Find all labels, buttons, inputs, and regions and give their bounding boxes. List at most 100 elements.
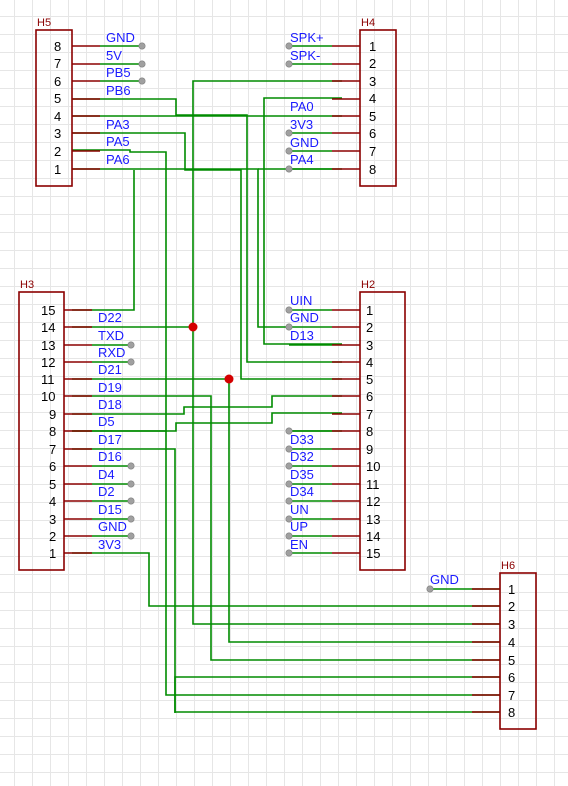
no-connect-dot [127,358,135,366]
net-label-3v3: 3V3 [290,117,313,132]
h3-pin-number: 5 [49,477,56,492]
net-label-d2: D2 [98,484,115,499]
h6-ref: H6 [501,560,515,572]
no-connect-dot [138,42,146,50]
h2-pin-number: 14 [366,529,380,544]
h2-pin-number: 4 [366,355,373,370]
h6-body[interactable] [499,572,537,730]
h2-pin-number: 1 [366,303,373,318]
h4-pin-number: 5 [369,109,376,124]
net-label-en: EN [290,537,308,552]
h5-pins: 8 7 6 5 4 3 2 1 [54,39,100,177]
net-label-d16: D16 [98,449,122,464]
h5-pin-number: 8 [54,39,61,54]
h4-pin-number: 8 [369,162,376,177]
net-label-d35: D35 [290,467,314,482]
h4-pin-number: 1 [369,39,376,54]
wire-h4p3[interactable] [192,80,500,625]
component-h3[interactable]: H3 15 14 13 12 11 10 9 8 7 6 5 4 3 2 1 D… [18,279,135,571]
h3-pin-number: 1 [49,546,56,561]
component-h5[interactable]: H5 8 7 6 5 4 3 2 1 GND 5V PB5 PB6 PA3 PA… [35,17,146,187]
h3-pins: 15 14 13 12 11 10 9 8 7 6 5 4 3 2 1 [41,303,92,561]
net-label-gnd: GND [290,135,319,150]
h3-pin-number: 14 [41,320,55,335]
net-label-d32: D32 [290,449,314,464]
h6-pin-number: 8 [508,705,515,720]
net-label-d18: D18 [98,397,122,412]
h6-pin-number: 4 [508,635,515,650]
h3-pin-number: 9 [49,407,56,422]
h6-pins: 1 2 3 4 5 6 7 8 [472,582,515,720]
no-connect-dot [138,60,146,68]
no-connect-dot [138,77,146,85]
net-label-5v: 5V [106,48,122,63]
net-label-pa3: PA3 [106,117,130,132]
wire-h3p11[interactable] [72,395,500,661]
h2-pin-number: 15 [366,546,380,561]
wire-h3p15[interactable] [72,170,135,311]
net-label-d33: D33 [290,432,314,447]
h3-pin-number: 10 [41,389,55,404]
h4-ref: H4 [361,17,375,29]
h4-pin-number: 7 [369,144,376,159]
wire-h3p12[interactable] [72,378,500,643]
h2-pin-number: 11 [366,477,380,492]
h6-pin-number: 5 [508,653,515,668]
h5-pin-number: 7 [54,56,61,71]
h5-pin-number: 1 [54,162,61,177]
net-label-un: UN [290,502,309,517]
wire-h5p1[interactable] [72,168,290,328]
h6-pin-number: 6 [508,670,515,685]
net-label-pa0: PA0 [290,99,314,114]
h6-pin-number: 1 [508,582,515,597]
h2-pin-number: 13 [366,512,380,527]
h5-pin-number: 5 [54,91,61,106]
h2-pins: 1 2 3 4 5 6 7 8 9 10 11 12 13 14 15 [332,303,380,561]
h4-pin-number: 4 [369,91,376,106]
h3-pin-number: 3 [49,512,56,527]
h6-pin-number: 2 [508,599,515,614]
h2-pin-number: 2 [366,320,373,335]
wire-h5p2[interactable] [72,149,500,696]
h2-ref: H2 [361,279,375,291]
net-label-gnd: GND [290,310,319,325]
net-label-rxd: RXD [98,345,125,360]
schematic-svg: H5 8 7 6 5 4 3 2 1 GND 5V PB5 PB6 PA3 PA… [18,17,537,730]
h5-pin-number: 3 [54,126,61,141]
net-label-gnd: GND [430,572,459,587]
net-label-3v3: 3V3 [98,537,121,552]
net-label-pa6: PA6 [106,152,130,167]
net-label-d5: D5 [98,414,115,429]
h3-pin-number: 6 [49,459,56,474]
h2-pin-number: 8 [366,424,373,439]
h5-ref: H5 [37,17,51,29]
net-label-d21: D21 [98,362,122,377]
h3-pin-number: 11 [41,372,55,387]
h3-pin-number: 4 [49,494,56,509]
h2-pin-number: 12 [366,494,380,509]
h6-pin-number: 3 [508,617,515,632]
net-label-pb5: PB5 [106,65,131,80]
no-connect-dot [127,497,135,505]
h5-pin-number: 6 [54,74,61,89]
h2-pin-number: 6 [366,389,373,404]
h3-pin-number: 13 [41,338,55,353]
net-label-gnd: GND [106,30,135,45]
h2-pin-number: 5 [366,372,373,387]
net-label-d17: D17 [98,432,122,447]
h4-pins: 1 2 3 4 5 6 7 8 [332,39,376,177]
h2-pin-number: 9 [366,442,373,457]
net-label-pa4: PA4 [290,152,314,167]
h4-body[interactable] [359,29,397,187]
component-h4[interactable]: H4 1 2 3 4 5 6 7 8 SPK+ SPK- PA0 3V3 GND… [285,17,397,187]
net-label-d34: D34 [290,484,314,499]
junction-dot [224,374,234,384]
component-h2[interactable]: H2 1 2 3 4 5 6 7 8 9 10 11 12 13 14 15 U… [285,279,406,571]
wires [72,80,500,713]
net-label-d13: D13 [290,328,314,343]
h5-pin-number: 2 [54,144,61,159]
junction-dot [188,322,198,332]
component-h6[interactable]: H6 1 2 3 4 5 6 7 8 GND [426,560,537,730]
h5-pin-number: 4 [54,109,61,124]
h4-pin-number: 2 [369,56,376,71]
